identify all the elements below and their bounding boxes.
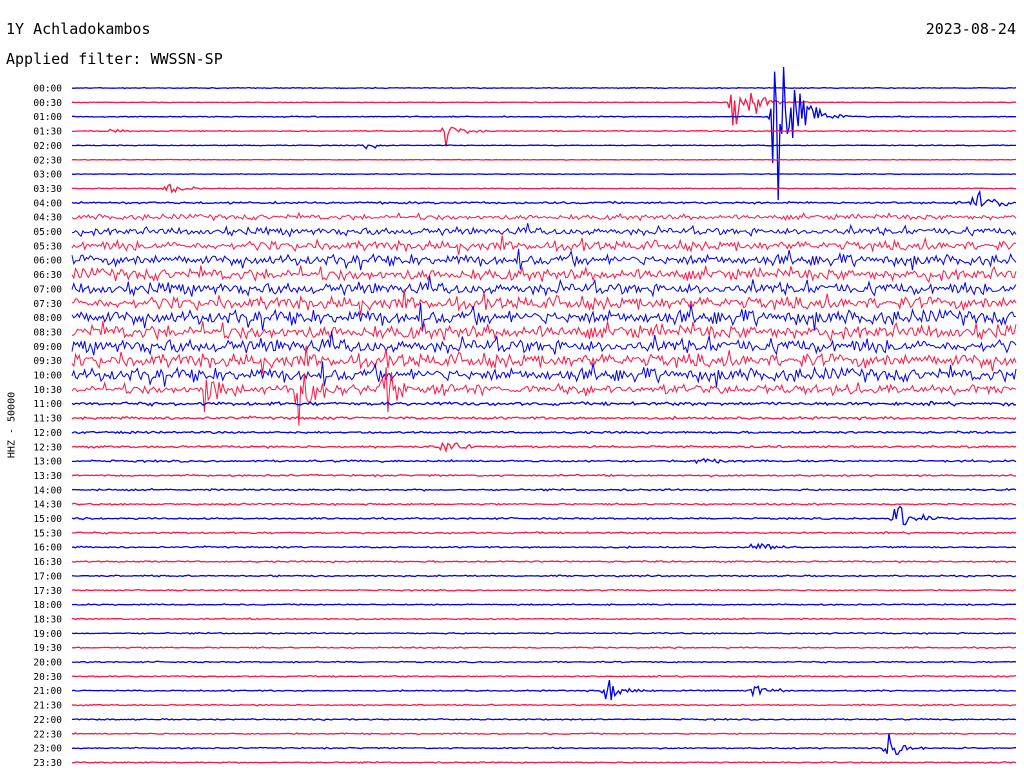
trace-1400	[71, 487, 1017, 492]
tick-label: 21:00	[33, 686, 62, 697]
trace-1100	[71, 400, 1017, 408]
tick-label: 11:00	[33, 399, 62, 410]
trace-0000	[71, 86, 1017, 90]
tick-label-group: 00:00 00:30 01:00 01:30 02:00 02:30 03:00 03:30…	[33, 84, 62, 769]
trace-1230	[71, 441, 1017, 454]
tick-label: 00:00	[33, 84, 62, 95]
trace-0430	[71, 211, 1017, 222]
tick-label: 13:30	[33, 471, 62, 482]
trace-0300	[71, 173, 1017, 176]
trace-2330	[71, 760, 1017, 765]
trace-0230	[71, 158, 1017, 161]
trace-2000	[71, 660, 1017, 664]
tick-label: 18:00	[33, 600, 62, 611]
tick-label: 10:30	[33, 385, 62, 396]
tick-label: 07:30	[33, 299, 62, 310]
trace-2200	[71, 717, 1017, 721]
tick-label: 04:00	[33, 198, 62, 209]
tick-label: 20:30	[33, 672, 62, 683]
tick-label: 09:00	[33, 342, 62, 353]
trace-0100	[71, 66, 1017, 201]
trace-0600	[71, 248, 1017, 271]
tick-label: 12:30	[33, 442, 62, 453]
tick-label: 02:00	[33, 141, 62, 152]
tick-label: 23:30	[33, 758, 62, 769]
tick-label: 20:00	[33, 658, 62, 669]
trace-0330	[72, 183, 1017, 194]
tick-label: 01:30	[33, 127, 62, 138]
tick-label: 08:00	[33, 313, 62, 324]
tick-label: 11:30	[33, 414, 62, 425]
tick-label: 17:00	[33, 571, 62, 582]
trace-1730	[71, 588, 1017, 592]
trace-0400	[71, 189, 1017, 208]
tick-label: 04:30	[33, 213, 62, 224]
trace-2130	[71, 703, 1017, 707]
trace-1430	[71, 502, 1017, 507]
tick-label: 21:30	[33, 701, 62, 712]
trace-2030	[71, 674, 1017, 678]
tick-label: 10:00	[33, 371, 62, 382]
tick-label: 23:00	[33, 744, 62, 755]
tick-label: 05:30	[33, 241, 62, 252]
tick-label: 09:30	[33, 356, 62, 367]
tick-label: 14:30	[33, 500, 62, 511]
tick-label: 15:30	[33, 528, 62, 539]
trace-0830	[71, 321, 1017, 343]
trace-1300	[72, 457, 1017, 465]
trace-0130	[71, 126, 1017, 147]
trace-1900	[71, 631, 1017, 635]
tick-label: 19:30	[33, 643, 62, 654]
tick-label: 14:00	[33, 485, 62, 496]
trace-1530	[72, 531, 1017, 535]
helicorder-plot: 00:00 00:30 01:00 01:30 02:00 02:30 03:00 03:30…	[33, 66, 1017, 769]
trace-1330	[71, 473, 1017, 478]
tick-label: 01:00	[33, 112, 62, 123]
trace-0030	[71, 92, 1017, 126]
trace-1630	[71, 560, 1017, 564]
trace-group	[71, 66, 1017, 765]
trace-0500	[71, 223, 1017, 238]
tick-label: 08:30	[33, 327, 62, 338]
tick-label: 05:00	[33, 227, 62, 238]
trace-1600	[72, 542, 1017, 551]
tick-label: 12:00	[33, 428, 62, 439]
tick-label: 13:00	[33, 457, 62, 468]
tick-label: 02:30	[33, 155, 62, 166]
tick-label: 18:30	[33, 614, 62, 625]
tick-label: 06:30	[33, 270, 62, 281]
tick-label: 06:00	[33, 256, 62, 267]
trace-1500	[71, 505, 1017, 526]
trace-0530	[71, 235, 1017, 255]
trace-1930	[71, 646, 1017, 650]
trace-1200	[71, 430, 1017, 435]
trace-1830	[71, 617, 1017, 621]
trace-0730	[71, 289, 1017, 316]
trace-1700	[71, 574, 1017, 578]
tick-label: 16:30	[33, 557, 62, 568]
trace-2300	[71, 733, 1016, 756]
tick-label: 00:30	[33, 98, 62, 109]
tick-label: 16:00	[33, 543, 62, 554]
tick-label: 22:30	[33, 729, 62, 740]
tick-label: 22:00	[33, 715, 62, 726]
tick-label: 17:30	[33, 586, 62, 597]
tick-label: 03:30	[33, 184, 62, 195]
tick-label: 03:00	[33, 170, 62, 181]
trace-2230	[71, 732, 1017, 736]
trace-2100	[71, 679, 1016, 701]
tick-label: 07:00	[33, 284, 62, 295]
trace-1130	[71, 415, 1017, 421]
trace-1800	[71, 603, 1017, 607]
trace-0630	[71, 265, 1017, 284]
tick-label: 19:00	[33, 629, 62, 640]
trace-0200	[72, 144, 1016, 150]
trace-0800	[71, 302, 1017, 331]
tick-label: 15:00	[33, 514, 62, 525]
